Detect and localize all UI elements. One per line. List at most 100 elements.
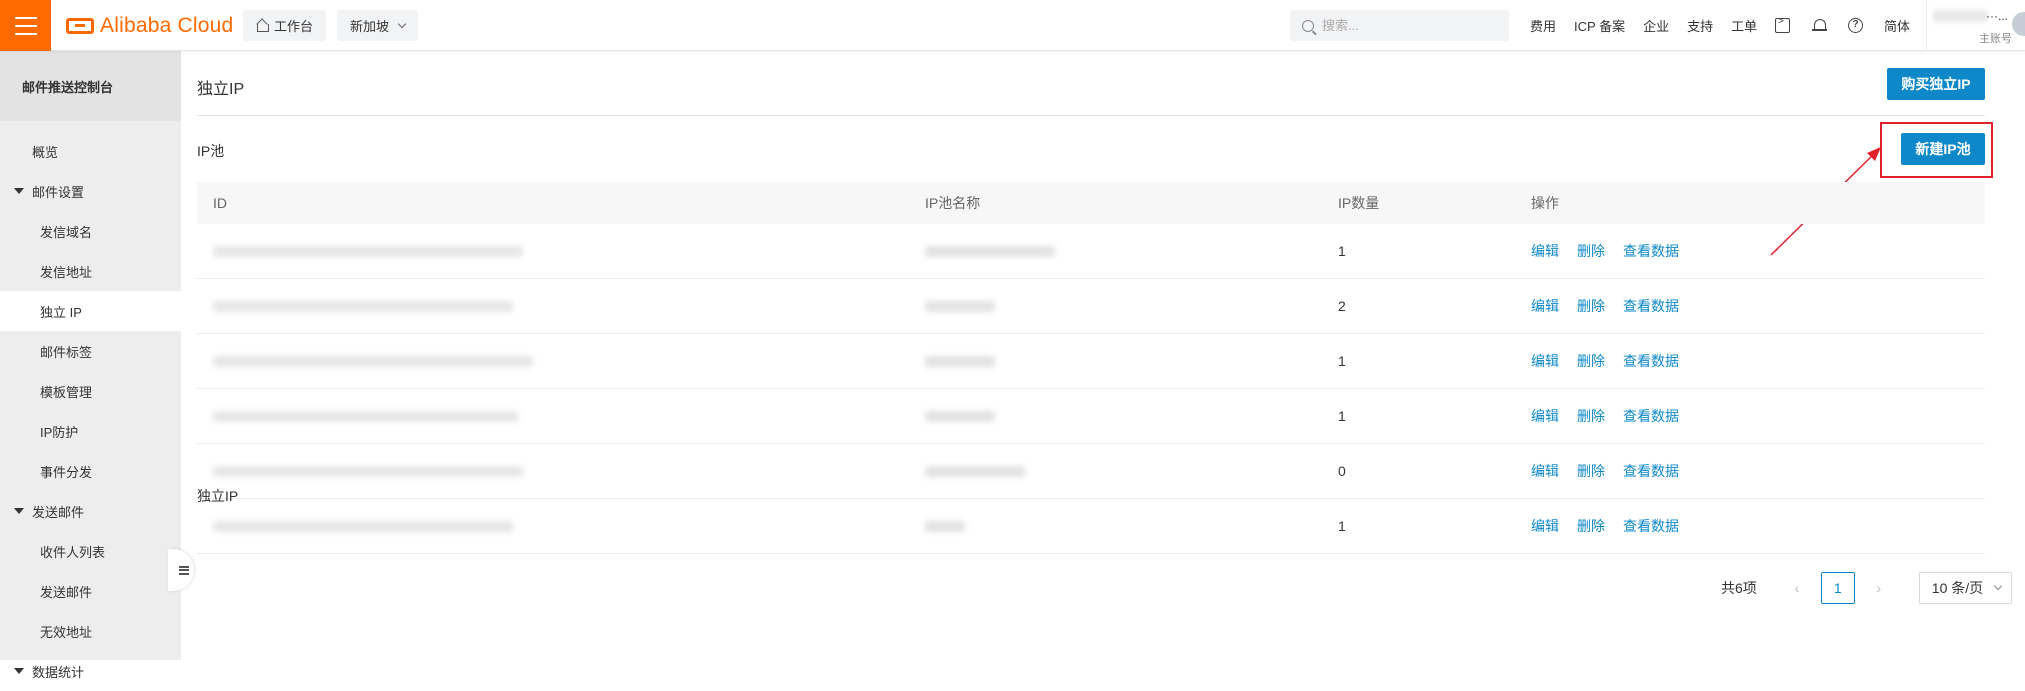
- region-selector[interactable]: 新加坡: [337, 10, 419, 41]
- chevron-down-icon: [1993, 581, 2003, 591]
- table-row: 1 编辑 删除 查看数据: [197, 224, 1985, 279]
- edit-link[interactable]: 编辑: [1531, 351, 1559, 371]
- cell-ip-count: 0: [1338, 463, 1346, 479]
- divider: [197, 115, 1985, 116]
- sidebar-item-label: 独立 IP: [40, 304, 82, 320]
- buy-dedicated-ip-button[interactable]: 购买独立IP: [1887, 68, 1985, 100]
- account-menu[interactable]: ···... 主账号: [1926, 0, 2025, 51]
- sidebar-item-recipient-list[interactable]: 收件人列表: [0, 531, 181, 571]
- edit-link[interactable]: 编辑: [1531, 241, 1559, 261]
- nav-link-enterprise[interactable]: 企业: [1643, 16, 1669, 35]
- redacted-pool-name: [925, 355, 995, 367]
- redacted-pool-name: [925, 300, 995, 312]
- page-number-current[interactable]: 1: [1820, 572, 1855, 604]
- top-nav-links: 费用 ICP 备案 企业 支持 工单: [1530, 0, 1757, 51]
- edit-link[interactable]: 编辑: [1531, 296, 1559, 316]
- cell-actions: 编辑 删除 查看数据: [1519, 241, 1985, 261]
- cell-pool-name-redacted: [913, 410, 1326, 422]
- page-title: 独立IP: [197, 81, 245, 98]
- page-size-label: 10 条/页: [1931, 580, 1984, 596]
- cell-pool-name-redacted: [913, 300, 1326, 312]
- sidebar-item-label: 数据统计: [32, 664, 85, 680]
- edit-link[interactable]: 编辑: [1531, 516, 1559, 536]
- avatar[interactable]: [2012, 12, 2025, 36]
- pagination-total: 共6项: [1721, 580, 1757, 596]
- delete-link[interactable]: 删除: [1577, 296, 1605, 316]
- page-size-select[interactable]: 10 条/页: [1918, 572, 2012, 604]
- edit-link[interactable]: 编辑: [1531, 406, 1559, 426]
- cell-id-redacted: [197, 245, 913, 257]
- table-header: ID IP池名称 IP数量 操作: [197, 182, 1985, 224]
- caret-down-icon: [14, 508, 24, 514]
- view-data-link[interactable]: 查看数据: [1623, 461, 1679, 481]
- edit-link[interactable]: 编辑: [1531, 461, 1559, 481]
- delete-link[interactable]: 删除: [1577, 241, 1605, 261]
- sidebar-item-sender-address[interactable]: 发信地址: [0, 251, 181, 291]
- redacted-pool-name: [925, 245, 1055, 257]
- sidebar-item-label: 发送邮件: [40, 584, 93, 600]
- annotation-highlight-box: [1880, 122, 1993, 178]
- sidebar-item-invalid-address[interactable]: 无效地址: [0, 611, 181, 651]
- redacted-pool-name: [925, 465, 1025, 477]
- sidebar-item-label: 邮件标签: [40, 344, 93, 360]
- language-switch[interactable]: 简体: [1884, 0, 1910, 51]
- list-icon: [179, 565, 189, 575]
- sidebar-item-templates[interactable]: 模板管理: [0, 371, 181, 411]
- view-data-link[interactable]: 查看数据: [1623, 241, 1679, 261]
- delete-link[interactable]: 删除: [1577, 461, 1605, 481]
- search-input[interactable]: [1322, 18, 1502, 33]
- dedicated-ip-section-title: 独立IP: [197, 488, 239, 504]
- sidebar-item-sender-domain[interactable]: 发信域名: [0, 211, 181, 251]
- redacted-id: [213, 245, 523, 257]
- table-row: 1 编辑 删除 查看数据: [197, 334, 1985, 389]
- view-data-link[interactable]: 查看数据: [1623, 296, 1679, 316]
- logo[interactable]: Alibaba Cloud: [66, 0, 233, 51]
- cell-ip-count: 2: [1338, 298, 1346, 314]
- delete-link[interactable]: 删除: [1577, 351, 1605, 371]
- cell-actions: 编辑 删除 查看数据: [1519, 351, 1985, 371]
- sidebar-group-mail-settings[interactable]: 邮件设置: [0, 171, 181, 211]
- sidebar-group-send-mail[interactable]: 发送邮件: [0, 491, 181, 531]
- search-icon: [1302, 19, 1314, 32]
- cell-id-redacted: [197, 520, 913, 532]
- delete-link[interactable]: 删除: [1577, 406, 1605, 426]
- workbench-label: 工作台: [274, 19, 314, 34]
- view-data-link[interactable]: 查看数据: [1623, 516, 1679, 536]
- sidebar-item-send-mail[interactable]: 发送邮件: [0, 571, 181, 611]
- pagination: 共6项 ‹ 1 › 10 条/页: [1721, 571, 2012, 605]
- cell-ip-count: 1: [1338, 408, 1346, 424]
- next-page-icon[interactable]: ›: [1863, 572, 1895, 604]
- sidebar-item-event-dispatch[interactable]: 事件分发: [0, 451, 181, 491]
- prev-page-icon[interactable]: ‹: [1781, 572, 1813, 604]
- cell-pool-name-redacted: [913, 520, 1326, 532]
- table-row: 1 编辑 删除 查看数据: [197, 499, 1985, 554]
- account-name-redacted: [1933, 10, 1988, 22]
- nav-link-ticket[interactable]: 工单: [1731, 16, 1757, 35]
- sidebar-item-ip-protection[interactable]: IP防护: [0, 411, 181, 451]
- redacted-id: [213, 355, 533, 367]
- help-icon[interactable]: ?: [1848, 18, 1863, 33]
- view-data-link[interactable]: 查看数据: [1623, 351, 1679, 371]
- nav-link-icp[interactable]: ICP 备案: [1574, 16, 1625, 35]
- sidebar-item-label: 事件分发: [40, 464, 93, 480]
- search-box[interactable]: [1290, 10, 1509, 41]
- sidebar-item-mail-tags[interactable]: 邮件标签: [0, 331, 181, 371]
- table-row: 1 编辑 删除 查看数据: [197, 389, 1985, 444]
- sidebar-item-dedicated-ip[interactable]: 独立 IP: [0, 291, 181, 331]
- sidebar-item-overview[interactable]: 概览: [0, 131, 181, 171]
- redacted-pool-name: [925, 410, 995, 422]
- table-body: 1 编辑 删除 查看数据 2 编辑 删除 查看数据 1 编辑 删除 查看数据 1 编辑 删除 查看数据 0 编辑删…: [197, 224, 1985, 554]
- redacted-pool-name: [925, 520, 965, 532]
- cell-actions: 编辑 删除 查看数据: [1519, 461, 1985, 481]
- sidebar-item-label: 发信域名: [40, 224, 93, 240]
- view-data-link[interactable]: 查看数据: [1623, 406, 1679, 426]
- sidebar-group-statistics[interactable]: 数据统计: [0, 651, 181, 691]
- terminal-icon[interactable]: [1775, 16, 1790, 33]
- bell-icon[interactable]: [1812, 18, 1827, 33]
- workbench-button[interactable]: 工作台: [243, 10, 327, 41]
- delete-link[interactable]: 删除: [1577, 516, 1605, 536]
- nav-link-billing[interactable]: 费用: [1530, 16, 1556, 35]
- menu-icon[interactable]: [0, 0, 51, 51]
- nav-link-support[interactable]: 支持: [1687, 16, 1713, 35]
- cell-actions: 编辑 删除 查看数据: [1519, 296, 1985, 316]
